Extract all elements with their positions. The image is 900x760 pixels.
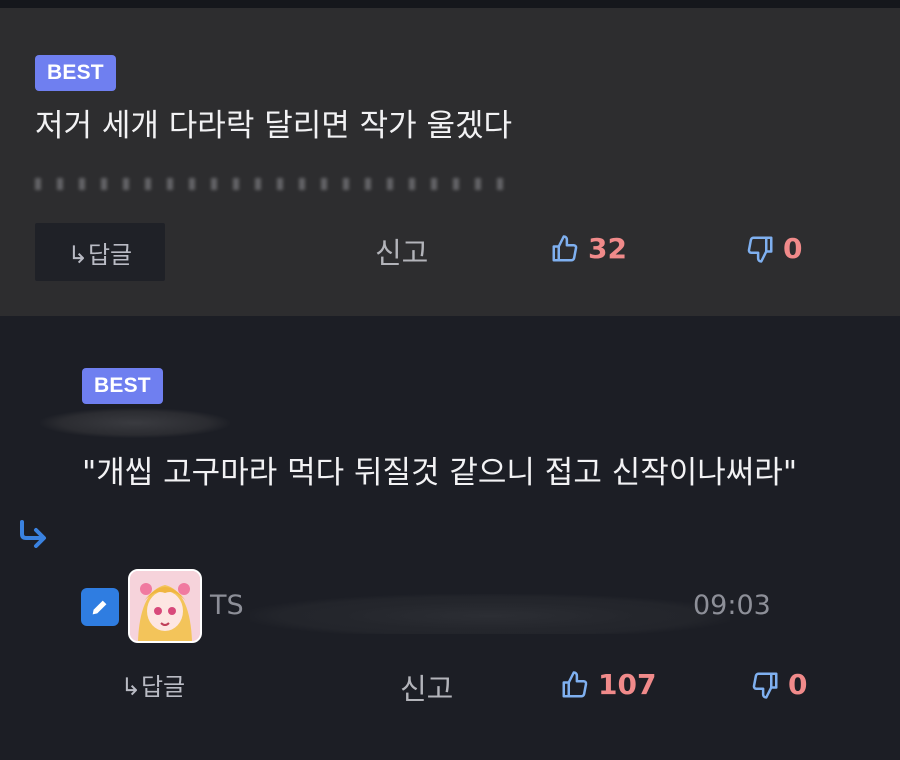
top-divider — [0, 0, 900, 8]
thumbs-up-icon — [562, 670, 588, 697]
thumbs-up-icon — [552, 234, 578, 261]
pencil-icon — [81, 588, 119, 626]
upvote-count: 107 — [598, 668, 657, 701]
best-badge: BEST — [82, 368, 163, 404]
avatar[interactable] — [128, 569, 202, 643]
timestamp: 09:03 — [693, 590, 771, 621]
reply-button[interactable]: ↳답글 — [108, 664, 198, 704]
reply-arrow-icon — [20, 520, 46, 548]
redacted-author-meta — [35, 178, 505, 190]
best-comment-1: BEST 저거 세개 다라락 달리면 작가 울겠다 ↳답글 신고 32 0 — [0, 8, 900, 316]
redacted-author-name — [40, 408, 230, 438]
best-badge: BEST — [35, 55, 116, 91]
upvote-count: 32 — [588, 232, 627, 265]
report-button[interactable]: 신고 — [400, 666, 453, 708]
report-button[interactable]: 신고 — [375, 230, 428, 272]
reply-label: ↳답글 — [67, 240, 133, 269]
downvote-count: 0 — [783, 232, 803, 265]
comment-meta: TS 09:03 — [210, 586, 771, 634]
comment-text: 저거 세개 다라락 달리면 작가 울겠다 — [35, 108, 513, 144]
thumbs-down-icon — [747, 236, 773, 263]
downvote-button[interactable]: 0 — [745, 232, 802, 265]
upvote-button[interactable]: 107 — [560, 668, 656, 701]
upvote-button[interactable]: 32 — [550, 232, 627, 265]
thumbs-down-icon — [752, 672, 778, 699]
reply-button[interactable]: ↳답글 — [35, 223, 165, 281]
downvote-button[interactable]: 0 — [750, 668, 807, 701]
author-prefix: TS — [210, 590, 244, 621]
reply-label: ↳답글 — [120, 672, 186, 701]
best-comment-2: BEST "개씹 고구마라 먹다 뒤질것 같으니 접고 신작이나써라" TS 0… — [0, 316, 900, 760]
comment-text: "개씹 고구마라 먹다 뒤질것 같으니 접고 신작이나써라" — [82, 455, 798, 491]
redaction-scribble — [250, 594, 730, 634]
downvote-count: 0 — [788, 668, 808, 701]
